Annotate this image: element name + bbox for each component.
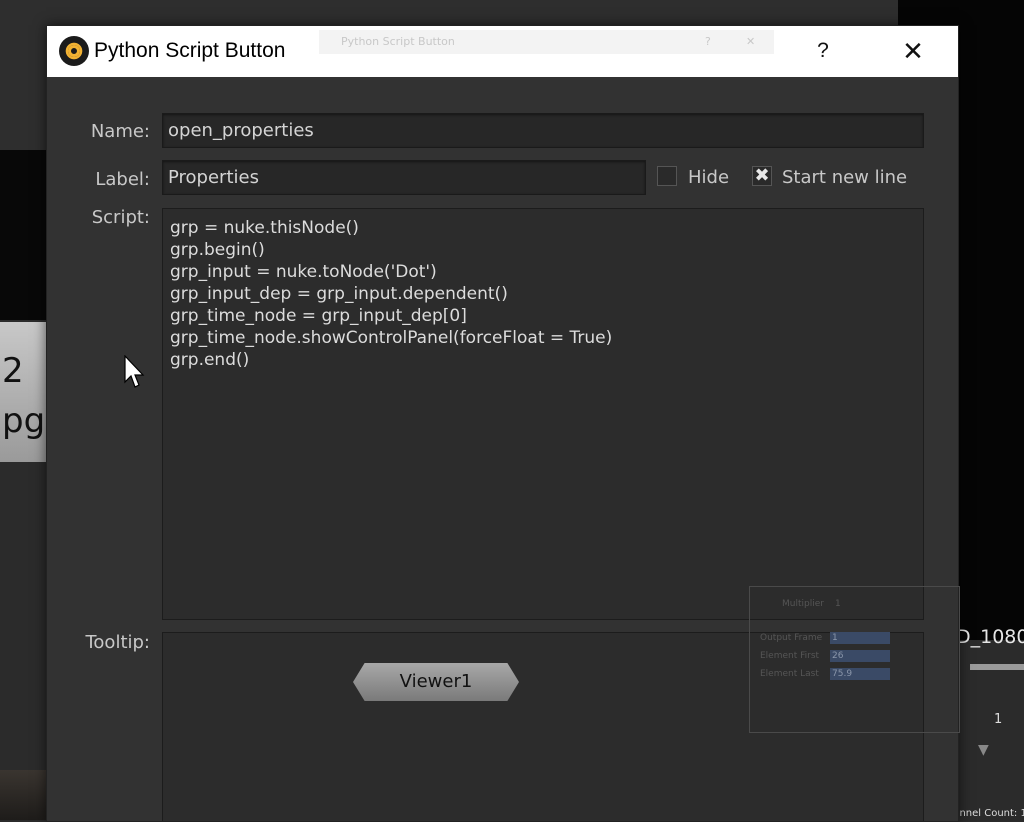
- ghost-panel-label: Multiplier: [782, 599, 824, 609]
- ghost-panel-label: Element Last: [760, 669, 819, 679]
- label-label: Label:: [95, 169, 150, 190]
- name-input[interactable]: [162, 113, 924, 148]
- background-node-text-1: 2: [2, 351, 24, 391]
- script-line: grp_input_dep = grp_input.dependent(): [170, 284, 508, 304]
- hide-checkbox[interactable]: [657, 166, 677, 186]
- help-button[interactable]: ?: [803, 34, 843, 68]
- ghost-panel-value: 1: [835, 599, 841, 609]
- start-new-line-checkbox[interactable]: ✖: [752, 166, 772, 186]
- viewer-node: Viewer1: [353, 663, 519, 701]
- background-timeline-tick: 1: [994, 712, 1003, 727]
- script-line: grp.begin(): [170, 240, 265, 260]
- background-dark-strip: [0, 150, 46, 320]
- ghost-help-icon: ?: [705, 35, 711, 48]
- script-line: grp_time_node.showControlPanel(forceFloa…: [170, 328, 613, 348]
- ghost-panel-value: 1: [830, 632, 890, 644]
- close-button[interactable]: ✕: [893, 34, 933, 68]
- dialog-title: Python Script Button: [94, 39, 286, 62]
- ghost-panel-label: Element First: [760, 651, 820, 661]
- ghost-panel-value: 75.9: [830, 668, 890, 680]
- script-editor[interactable]: grp = nuke.thisNode() grp.begin() grp_in…: [162, 208, 924, 620]
- background-image-fragment: [0, 770, 46, 820]
- tooltip-label: Tooltip:: [85, 632, 150, 653]
- ghost-panel-label: Output Frame: [760, 633, 823, 643]
- script-label: Script:: [91, 207, 150, 228]
- ghost-title: Python Script Button: [341, 35, 455, 48]
- script-line: grp.end(): [170, 350, 250, 370]
- mouse-pointer-icon: [124, 355, 145, 388]
- ghost-panel-value: 26: [830, 650, 890, 662]
- dialog-titlebar[interactable]: Python Script Button Python Script Butto…: [47, 26, 958, 77]
- script-line: grp_time_node = grp_input_dep[0]: [170, 306, 467, 326]
- background-node: 2 pg: [0, 322, 46, 462]
- script-line: grp_input = nuke.toNode('Dot'): [170, 262, 437, 282]
- background-node-text-2: pg: [2, 401, 46, 441]
- label-input[interactable]: [162, 160, 646, 195]
- python-script-button-dialog: Python Script Button Python Script Butto…: [46, 25, 960, 822]
- ghost-close-icon: ✕: [746, 35, 756, 48]
- background-dropdown-icon: ▼: [978, 742, 989, 758]
- hide-label: Hide: [688, 167, 730, 188]
- nuke-logo-icon: [59, 36, 89, 66]
- start-new-line-label: Start new line: [782, 167, 908, 188]
- script-line: grp = nuke.thisNode(): [170, 218, 359, 238]
- background-timeline-bar: [970, 664, 1024, 670]
- ghost-titlebar-overlay: Python Script Button ? ✕: [319, 30, 774, 54]
- ghost-properties-panel: Multiplier 1 Output Frame 1 Element Firs…: [749, 586, 960, 733]
- name-label: Name:: [90, 121, 150, 142]
- background-format-label: D_1080: [956, 626, 1024, 648]
